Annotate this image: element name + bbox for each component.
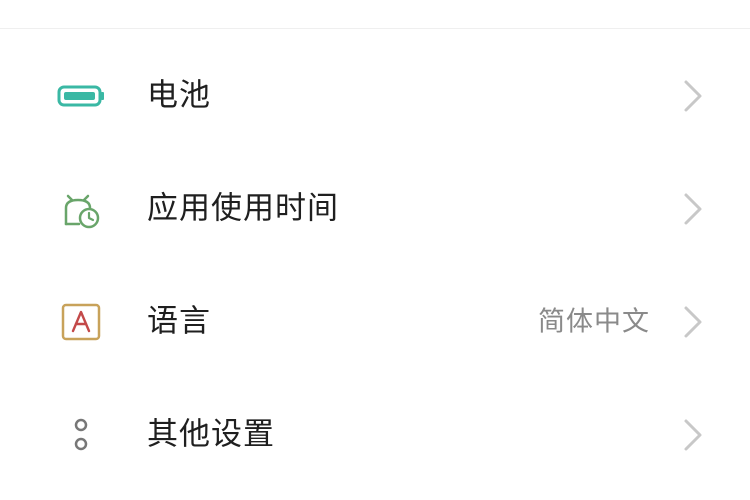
setting-item-battery[interactable]: 电池 (0, 40, 750, 152)
settings-list: 电池 应用使用时间 语言 简体中文 其他设置 (0, 40, 750, 491)
setting-item-language[interactable]: 语言 简体中文 (0, 265, 750, 378)
app-usage-time-icon (54, 182, 108, 236)
setting-label-other-settings: 其他设置 (147, 416, 275, 452)
top-divider (0, 28, 750, 29)
chevron-right-icon (684, 306, 702, 337)
battery-icon (54, 69, 108, 123)
setting-label-app-usage-time: 应用使用时间 (147, 190, 339, 226)
other-settings-icon (54, 408, 108, 462)
chevron-right-icon (684, 193, 702, 224)
setting-value-language: 简体中文 (538, 306, 650, 337)
chevron-right-icon (684, 419, 702, 450)
setting-label-language: 语言 (147, 303, 211, 339)
language-icon (54, 295, 108, 349)
chevron-right-icon (684, 80, 702, 112)
setting-item-app-usage-time[interactable]: 应用使用时间 (0, 152, 750, 265)
setting-item-other-settings[interactable]: 其他设置 (0, 378, 750, 491)
setting-label-battery: 电池 (147, 77, 211, 114)
